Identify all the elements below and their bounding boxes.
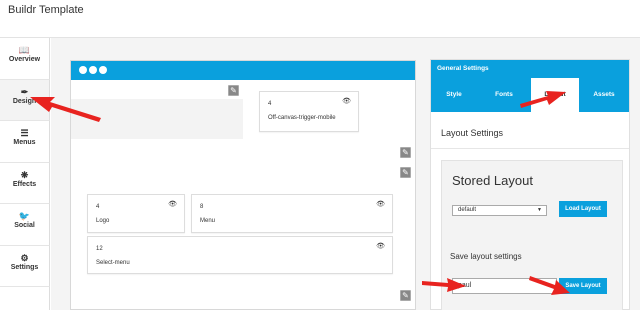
sidebar-item-label: Design	[12, 97, 37, 105]
sidebar: 📖 Overview ✒ Design ☰ Menus ❋ Effects 🐦 …	[0, 38, 50, 310]
module-name: Off-canvas-trigger-mobile	[268, 115, 336, 121]
tab-fonts[interactable]: Fonts	[481, 78, 527, 112]
sidebar-item-menus[interactable]: ☰ Menus	[0, 121, 50, 163]
sidebar-item-effects[interactable]: ❋ Effects	[0, 162, 50, 204]
brush-icon: ✒	[20, 86, 29, 97]
stored-layout-box: Stored Layout default ▼ Load Layout Save…	[441, 160, 623, 310]
module-logo[interactable]: 4 Logo 👁	[87, 194, 185, 233]
module-menu[interactable]: 8 Menu 👁	[191, 194, 393, 233]
eye-icon[interactable]: 👁	[376, 200, 385, 208]
module-name: Logo	[96, 218, 110, 224]
sidebar-item-design[interactable]: ✒ Design	[0, 79, 50, 121]
save-layout-button[interactable]: Save Layout	[559, 278, 607, 294]
layout-name-input[interactable]: paul	[452, 278, 557, 294]
tab-layout[interactable]: Layout	[531, 78, 579, 112]
top-bar: Buildr Template	[0, 0, 640, 38]
chevron-down-icon: ▼	[537, 207, 542, 213]
module-width: 12	[96, 246, 103, 252]
divider	[431, 148, 629, 149]
layout-canvas: ✎ 4 Off-canvas-trigger-mobile 👁 ✎ ✎ 4 Lo…	[70, 60, 416, 310]
load-layout-button[interactable]: Load Layout	[559, 201, 607, 217]
settings-header: General Settings	[431, 60, 629, 78]
sidebar-item-label: Social	[14, 222, 35, 229]
eye-icon[interactable]: 👁	[376, 242, 385, 250]
module-name: Menu	[200, 218, 216, 224]
app-title: Buildr Template	[8, 4, 84, 16]
module-width: 8	[200, 204, 204, 210]
module-select-menu[interactable]: 12 Select-menu 👁	[87, 236, 393, 274]
sidebar-item-settings[interactable]: ⚙ Settings	[0, 245, 50, 287]
tab-style[interactable]: Style	[431, 78, 477, 112]
layout-select[interactable]: default ▼	[452, 205, 547, 216]
general-settings-panel: General Settings Style Fonts Layout Asse…	[430, 59, 630, 310]
stored-layout-title: Stored Layout	[452, 173, 533, 188]
sidebar-item-label: Effects	[12, 180, 37, 188]
sidebar-item-social[interactable]: 🐦 Social	[0, 204, 50, 246]
edit-icon[interactable]: ✎	[228, 85, 239, 96]
empty-row	[71, 99, 243, 139]
canvas-header	[71, 61, 415, 80]
eye-icon[interactable]: 👁	[168, 200, 177, 208]
sidebar-item-label: Overview	[8, 56, 41, 63]
save-layout-label: Save layout settings	[450, 252, 522, 261]
book-icon: 📖	[18, 45, 31, 55]
gear-icon: ⚙	[20, 252, 29, 263]
module-off-canvas-trigger[interactable]: 4 Off-canvas-trigger-mobile 👁	[259, 91, 359, 132]
layout-settings-title: Layout Settings	[441, 128, 504, 138]
edit-icon[interactable]: ✎	[400, 167, 411, 178]
sidebar-item-label: Settings	[10, 263, 39, 271]
window-dot	[89, 66, 97, 74]
layout-select-value: default	[458, 207, 477, 213]
window-dot	[79, 66, 87, 74]
effects-icon: ❋	[20, 169, 29, 180]
module-name: Select-menu	[96, 260, 130, 266]
tab-assets[interactable]: Assets	[581, 78, 627, 112]
edit-icon[interactable]: ✎	[400, 290, 411, 301]
sidebar-item-overview[interactable]: 📖 Overview	[0, 38, 50, 80]
settings-tabs: Style Fonts Layout Assets	[431, 78, 629, 112]
sidebar-item-label: Menus	[13, 139, 36, 146]
eye-icon[interactable]: 👁	[342, 97, 351, 105]
twitter-icon: 🐦	[18, 211, 31, 221]
edit-icon[interactable]: ✎	[400, 147, 411, 158]
window-dot	[99, 66, 107, 74]
module-width: 4	[268, 101, 272, 107]
module-width: 4	[96, 204, 100, 210]
menu-icon: ☰	[20, 128, 29, 138]
